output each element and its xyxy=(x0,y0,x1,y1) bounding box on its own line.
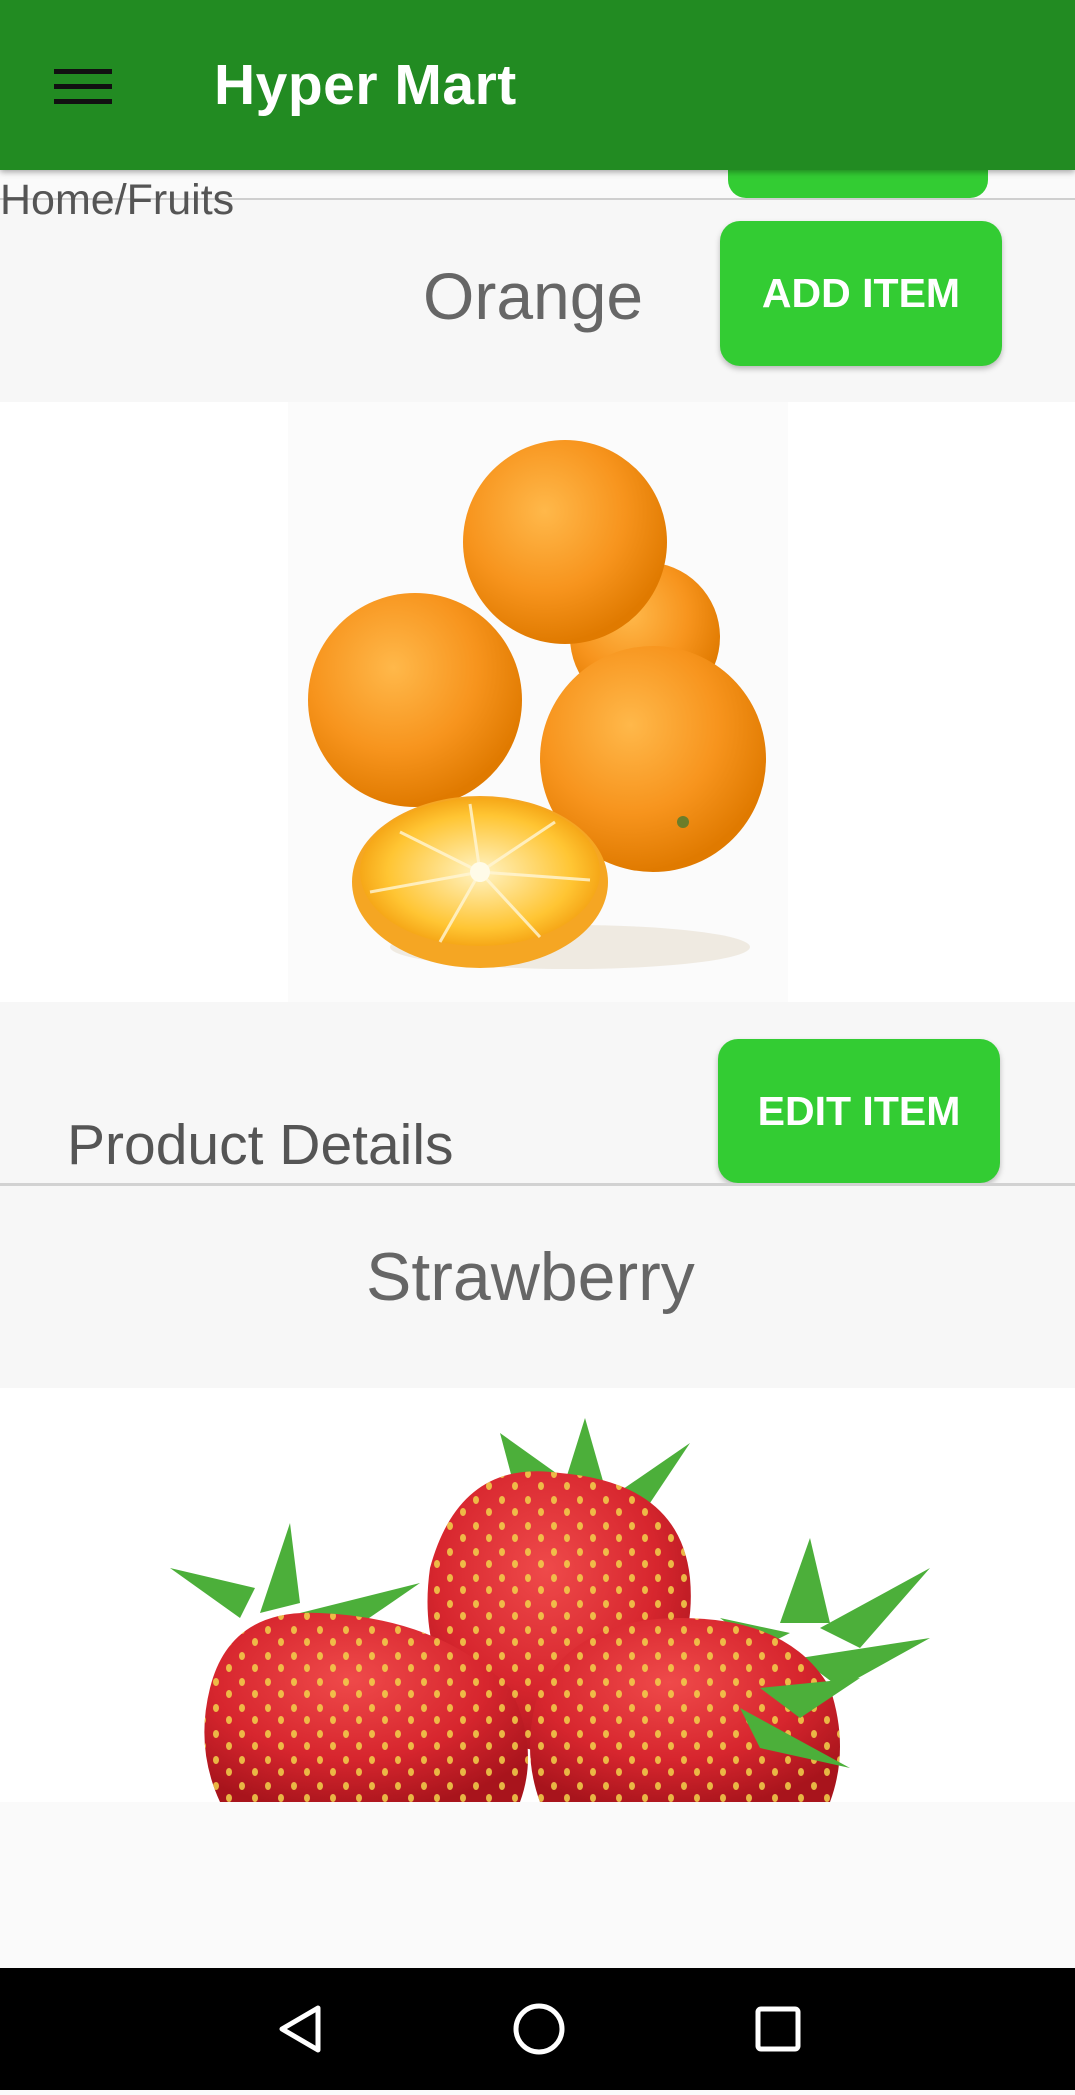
breadcrumb[interactable]: Home/Fruits xyxy=(0,176,234,225)
product-name: Strawberry xyxy=(366,1239,695,1315)
app-title: Hyper Mart xyxy=(214,53,517,117)
home-circle-icon[interactable] xyxy=(484,1968,594,2090)
orange-image xyxy=(308,440,766,969)
add-item-button[interactable]: ADD ITEM xyxy=(720,221,1002,366)
recent-apps-square-icon[interactable] xyxy=(723,1968,833,2090)
product-image-strawberry xyxy=(0,1388,1075,1802)
back-triangle-icon[interactable] xyxy=(245,1968,355,2090)
system-navigation-bar xyxy=(0,1968,1075,2090)
edit-item-button[interactable]: EDIT ITEM xyxy=(718,1039,1000,1183)
menu-icon[interactable] xyxy=(40,50,124,122)
product-image-orange xyxy=(0,402,1075,1002)
product-name: Orange xyxy=(423,259,644,333)
product-details-label[interactable]: Product Details xyxy=(67,1112,454,1178)
strawberry-image xyxy=(170,1418,930,1802)
previous-item-button-partial[interactable] xyxy=(728,170,988,198)
app-bar: Hyper Mart xyxy=(0,0,1075,170)
